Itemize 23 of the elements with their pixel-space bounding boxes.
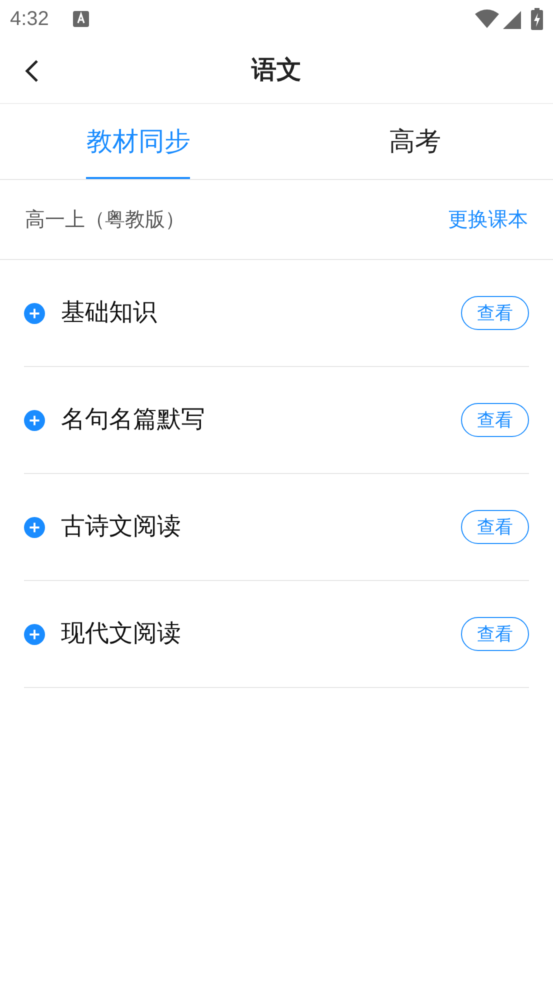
section-title: 名句名篇默写 — [61, 405, 206, 435]
view-button[interactable]: 查看 — [461, 403, 529, 437]
section-title: 现代文阅读 — [61, 619, 182, 649]
keyboard-notification-icon — [72, 11, 89, 27]
wifi-icon — [475, 9, 499, 29]
tab[interactable]: 高考 — [388, 104, 441, 179]
back-icon[interactable] — [24, 59, 40, 83]
view-button[interactable]: 查看 — [461, 510, 529, 544]
expand-icon[interactable] — [24, 516, 45, 538]
view-button[interactable]: 查看 — [461, 296, 529, 330]
change-textbook-link[interactable]: 更换课本 — [448, 204, 528, 234]
section-title: 古诗文阅读 — [61, 512, 182, 542]
view-button[interactable]: 查看 — [461, 617, 529, 651]
expand-icon[interactable] — [24, 410, 45, 430]
textbook-name: 高一上（粤教版） — [25, 208, 185, 232]
signal-icon — [503, 9, 521, 29]
battery-icon — [531, 8, 543, 30]
page-title: 语文 — [252, 54, 302, 86]
expand-icon[interactable] — [24, 624, 45, 644]
status-time: 4:32 — [10, 7, 49, 32]
tab[interactable]: 教材同步 — [86, 104, 190, 179]
section-title: 基础知识 — [61, 298, 158, 328]
expand-icon[interactable] — [24, 302, 45, 324]
